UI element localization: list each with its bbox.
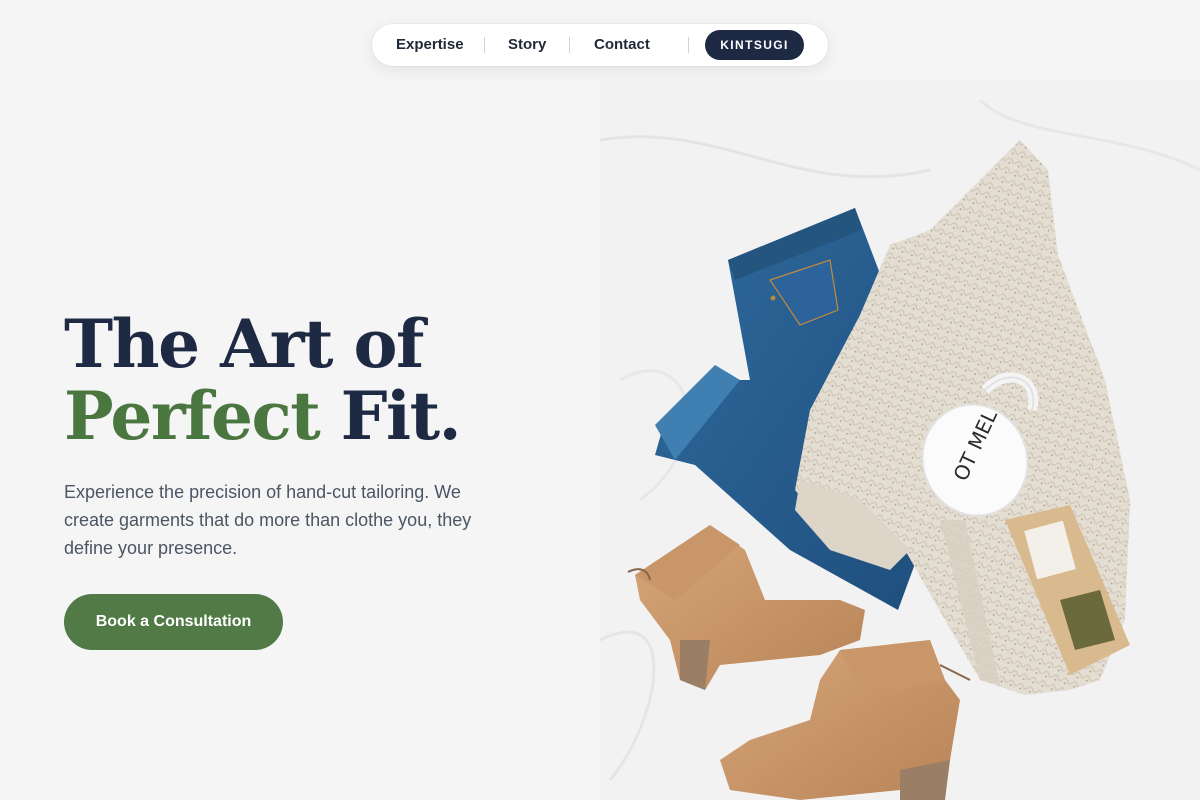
landing-page: Expertise Story Contact KINTSUGI The Art… [0, 0, 1200, 800]
nav-link-story[interactable]: Story [508, 36, 546, 54]
nav-link-contact[interactable]: Contact [594, 36, 650, 54]
headline-line1: The Art of [64, 305, 424, 383]
hero-photo: OT MEL [600, 80, 1200, 800]
nav-divider [688, 37, 689, 53]
headline-rest: Fit. [319, 377, 462, 455]
hero-headline: The Art of Perfect Fit. [64, 305, 462, 455]
hero-description: Experience the precision of hand-cut tai… [64, 482, 472, 558]
top-nav: Expertise Story Contact KINTSUGI [372, 24, 828, 66]
nav-divider [569, 37, 570, 53]
book-consultation-button[interactable]: Book a Consultation [64, 594, 283, 650]
brand-button[interactable]: KINTSUGI [705, 30, 804, 60]
nav-divider [484, 37, 485, 53]
headline-accent: Perfect [64, 377, 321, 455]
nav-link-expertise[interactable]: Expertise [396, 36, 464, 54]
